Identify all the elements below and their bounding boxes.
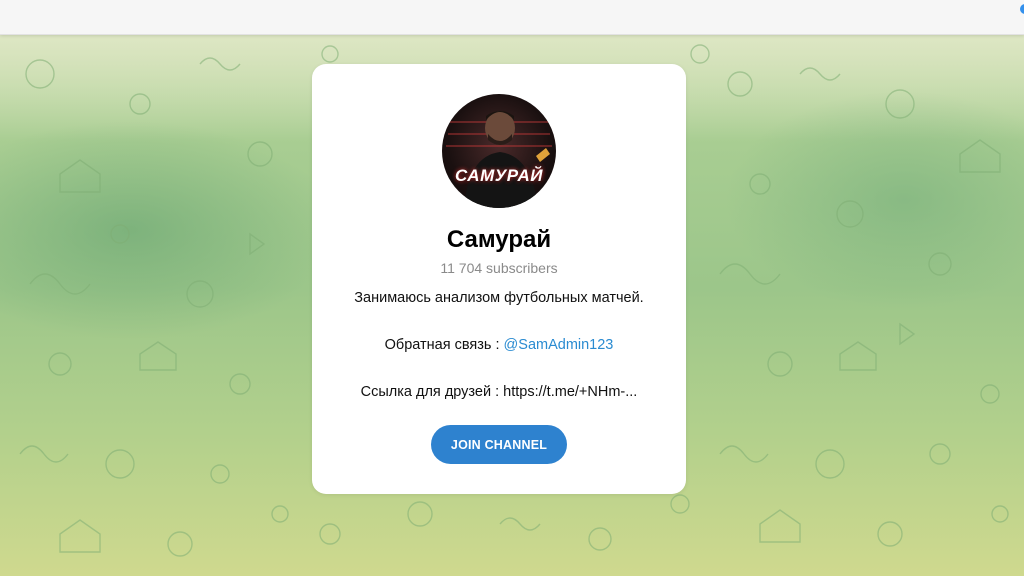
avatar-logo-text: САМУРАЙ [454, 166, 544, 185]
channel-title: Самурай [446, 226, 552, 253]
channel-card: САМУРАЙ Самурай 11 704 subscribers Заним… [312, 64, 686, 494]
join-channel-button[interactable]: JOIN CHANNEL [431, 425, 567, 464]
avatar-illustration [446, 111, 552, 208]
feedback-label: Обратная связь : [384, 337, 504, 353]
feedback-line: Обратная связь : @SamAdmin123 [312, 336, 686, 354]
subscriber-count: 11 704 subscribers [440, 260, 558, 276]
channel-avatar: САМУРАЙ [442, 94, 556, 208]
telegram-channel-preview-page: САМУРАЙ Самурай 11 704 subscribers Заним… [0, 0, 1024, 576]
friends-link-line: Ссылка для друзей : https://t.me/+NHm-..… [360, 384, 638, 400]
top-bar-indicator [1020, 4, 1024, 14]
browser-top-bar [0, 0, 1024, 35]
feedback-username-link[interactable]: @SamAdmin123 [504, 337, 614, 353]
channel-description-line: Занимаюсь анализом футбольных матчей. [354, 290, 644, 306]
